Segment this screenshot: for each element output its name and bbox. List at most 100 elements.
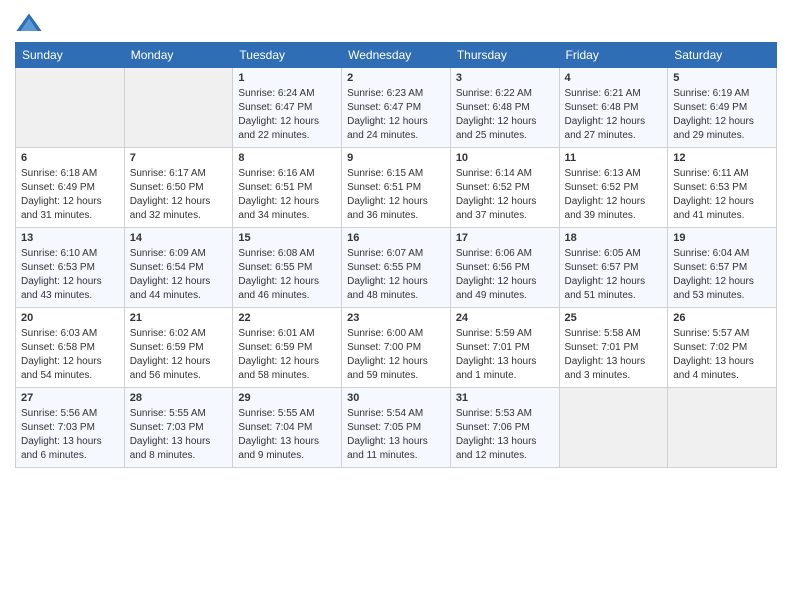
calendar-cell: 23Sunrise: 6:00 AMSunset: 7:00 PMDayligh… <box>342 308 451 388</box>
cell-content-line: Daylight: 12 hours <box>456 275 554 289</box>
calendar-cell <box>16 68 125 148</box>
cell-content-line: Sunrise: 6:21 AM <box>565 87 663 101</box>
day-number: 26 <box>673 311 771 326</box>
cell-content-line: Sunrise: 6:19 AM <box>673 87 771 101</box>
cell-content-line: Sunrise: 5:53 AM <box>456 407 554 421</box>
cell-content-line: Daylight: 13 hours <box>565 355 663 369</box>
cell-content-line: Daylight: 12 hours <box>565 195 663 209</box>
cell-content-line: Daylight: 13 hours <box>238 435 336 449</box>
day-number: 6 <box>21 151 119 166</box>
day-number: 12 <box>673 151 771 166</box>
cell-content-line: and 32 minutes. <box>130 209 228 223</box>
cell-content-line: Sunrise: 6:11 AM <box>673 167 771 181</box>
week-row-3: 13Sunrise: 6:10 AMSunset: 6:53 PMDayligh… <box>16 228 777 308</box>
cell-content-line: Sunrise: 5:56 AM <box>21 407 119 421</box>
cell-content-line: Daylight: 12 hours <box>565 115 663 129</box>
cell-content-line: Daylight: 12 hours <box>21 195 119 209</box>
cell-content-line: and 9 minutes. <box>238 449 336 463</box>
cell-content-line: Daylight: 13 hours <box>130 435 228 449</box>
calendar-container: SundayMondayTuesdayWednesdayThursdayFrid… <box>0 0 792 478</box>
cell-content-line: Sunset: 6:49 PM <box>21 181 119 195</box>
day-number: 2 <box>347 71 445 86</box>
days-of-week-row: SundayMondayTuesdayWednesdayThursdayFrid… <box>16 43 777 68</box>
cell-content-line: and 51 minutes. <box>565 289 663 303</box>
day-number: 11 <box>565 151 663 166</box>
header <box>15 10 777 38</box>
day-header-sunday: Sunday <box>16 43 125 68</box>
calendar-cell: 11Sunrise: 6:13 AMSunset: 6:52 PMDayligh… <box>559 148 668 228</box>
cell-content-line: and 36 minutes. <box>347 209 445 223</box>
calendar-cell: 4Sunrise: 6:21 AMSunset: 6:48 PMDaylight… <box>559 68 668 148</box>
logo-icon <box>15 10 43 38</box>
cell-content-line: Sunset: 6:51 PM <box>347 181 445 195</box>
cell-content-line: and 8 minutes. <box>130 449 228 463</box>
day-header-saturday: Saturday <box>668 43 777 68</box>
cell-content-line: Daylight: 12 hours <box>673 115 771 129</box>
cell-content-line: Sunset: 7:01 PM <box>456 341 554 355</box>
calendar-cell: 15Sunrise: 6:08 AMSunset: 6:55 PMDayligh… <box>233 228 342 308</box>
cell-content-line: Daylight: 13 hours <box>21 435 119 449</box>
cell-content-line: and 12 minutes. <box>456 449 554 463</box>
calendar-cell: 13Sunrise: 6:10 AMSunset: 6:53 PMDayligh… <box>16 228 125 308</box>
cell-content-line: Sunrise: 5:55 AM <box>130 407 228 421</box>
cell-content-line: Sunrise: 5:57 AM <box>673 327 771 341</box>
cell-content-line: Daylight: 12 hours <box>347 275 445 289</box>
cell-content-line: and 49 minutes. <box>456 289 554 303</box>
cell-content-line: Sunrise: 6:04 AM <box>673 247 771 261</box>
cell-content-line: Sunset: 6:57 PM <box>565 261 663 275</box>
cell-content-line: Sunset: 6:56 PM <box>456 261 554 275</box>
cell-content-line: Daylight: 13 hours <box>347 435 445 449</box>
calendar-header: SundayMondayTuesdayWednesdayThursdayFrid… <box>16 43 777 68</box>
cell-content-line: Sunset: 6:47 PM <box>347 101 445 115</box>
cell-content-line: Daylight: 12 hours <box>673 275 771 289</box>
cell-content-line: and 24 minutes. <box>347 129 445 143</box>
calendar-cell: 14Sunrise: 6:09 AMSunset: 6:54 PMDayligh… <box>124 228 233 308</box>
cell-content-line: Daylight: 12 hours <box>130 275 228 289</box>
logo <box>15 10 47 38</box>
day-number: 7 <box>130 151 228 166</box>
calendar-table: SundayMondayTuesdayWednesdayThursdayFrid… <box>15 42 777 468</box>
cell-content-line: Daylight: 12 hours <box>673 195 771 209</box>
day-header-monday: Monday <box>124 43 233 68</box>
cell-content-line: Sunset: 6:59 PM <box>130 341 228 355</box>
cell-content-line: Sunrise: 6:05 AM <box>565 247 663 261</box>
cell-content-line: and 54 minutes. <box>21 369 119 383</box>
cell-content-line: Daylight: 12 hours <box>347 115 445 129</box>
cell-content-line: Sunset: 7:00 PM <box>347 341 445 355</box>
calendar-cell: 19Sunrise: 6:04 AMSunset: 6:57 PMDayligh… <box>668 228 777 308</box>
calendar-cell: 26Sunrise: 5:57 AMSunset: 7:02 PMDayligh… <box>668 308 777 388</box>
cell-content-line: Sunrise: 6:13 AM <box>565 167 663 181</box>
day-number: 23 <box>347 311 445 326</box>
cell-content-line: Sunrise: 6:03 AM <box>21 327 119 341</box>
day-number: 22 <box>238 311 336 326</box>
cell-content-line: Sunset: 6:53 PM <box>673 181 771 195</box>
cell-content-line: Sunrise: 6:18 AM <box>21 167 119 181</box>
cell-content-line: Sunset: 6:50 PM <box>130 181 228 195</box>
cell-content-line: Sunset: 6:59 PM <box>238 341 336 355</box>
cell-content-line: Sunset: 6:51 PM <box>238 181 336 195</box>
calendar-cell: 6Sunrise: 6:18 AMSunset: 6:49 PMDaylight… <box>16 148 125 228</box>
cell-content-line: Daylight: 13 hours <box>456 435 554 449</box>
week-row-1: 1Sunrise: 6:24 AMSunset: 6:47 PMDaylight… <box>16 68 777 148</box>
cell-content-line: Sunset: 6:52 PM <box>456 181 554 195</box>
cell-content-line: Sunrise: 6:14 AM <box>456 167 554 181</box>
day-number: 10 <box>456 151 554 166</box>
calendar-cell: 12Sunrise: 6:11 AMSunset: 6:53 PMDayligh… <box>668 148 777 228</box>
day-number: 27 <box>21 391 119 406</box>
calendar-cell: 20Sunrise: 6:03 AMSunset: 6:58 PMDayligh… <box>16 308 125 388</box>
calendar-cell: 27Sunrise: 5:56 AMSunset: 7:03 PMDayligh… <box>16 388 125 468</box>
cell-content-line: Sunset: 6:48 PM <box>456 101 554 115</box>
cell-content-line: and 48 minutes. <box>347 289 445 303</box>
calendar-cell: 17Sunrise: 6:06 AMSunset: 6:56 PMDayligh… <box>450 228 559 308</box>
cell-content-line: Daylight: 13 hours <box>673 355 771 369</box>
calendar-cell <box>559 388 668 468</box>
week-row-4: 20Sunrise: 6:03 AMSunset: 6:58 PMDayligh… <box>16 308 777 388</box>
week-row-2: 6Sunrise: 6:18 AMSunset: 6:49 PMDaylight… <box>16 148 777 228</box>
cell-content-line: and 3 minutes. <box>565 369 663 383</box>
cell-content-line: Daylight: 12 hours <box>565 275 663 289</box>
cell-content-line: and 59 minutes. <box>347 369 445 383</box>
cell-content-line: and 27 minutes. <box>565 129 663 143</box>
cell-content-line: Daylight: 13 hours <box>456 355 554 369</box>
cell-content-line: and 29 minutes. <box>673 129 771 143</box>
cell-content-line: Sunset: 7:03 PM <box>21 421 119 435</box>
